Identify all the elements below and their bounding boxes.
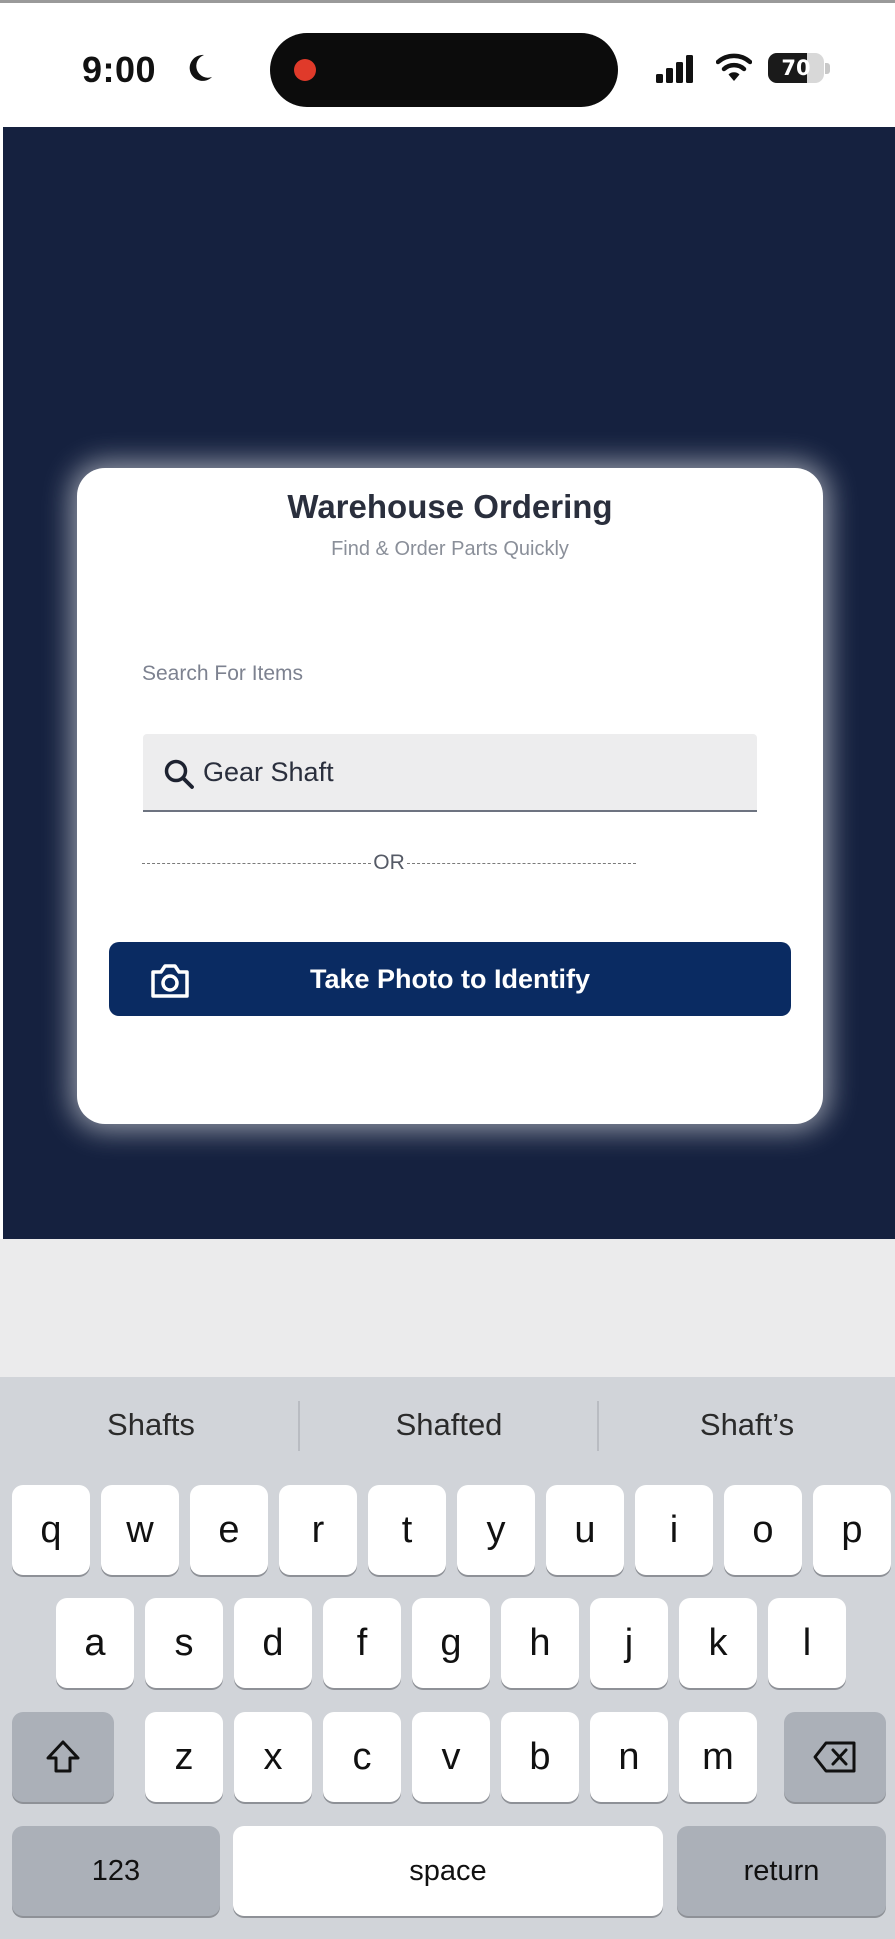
cellular-signal-icon [656, 55, 693, 83]
key-v[interactable]: v [412, 1712, 490, 1802]
key-u[interactable]: u [546, 1485, 624, 1575]
key-l[interactable]: l [768, 1598, 846, 1688]
key-a[interactable]: a [56, 1598, 134, 1688]
key-i[interactable]: i [635, 1485, 713, 1575]
key-o[interactable]: o [724, 1485, 802, 1575]
suggestion-2[interactable]: Shafted [300, 1407, 598, 1443]
battery-icon: 70 [768, 53, 830, 83]
app-bottom-area [0, 1239, 895, 1377]
key-j[interactable]: j [590, 1598, 668, 1688]
delete-icon [813, 1741, 856, 1773]
key-s[interactable]: s [145, 1598, 223, 1688]
key-m[interactable]: m [679, 1712, 757, 1802]
search-icon [164, 759, 194, 789]
recording-indicator-icon [294, 59, 316, 81]
key-x[interactable]: x [234, 1712, 312, 1802]
space-key[interactable]: space [233, 1826, 663, 1916]
shift-icon [46, 1740, 80, 1773]
status-bar: 9:00 70 [0, 0, 895, 127]
key-e[interactable]: e [190, 1485, 268, 1575]
keyboard: Shafts Shafted Shaft’s q w e r t y u i o… [0, 1377, 895, 1939]
page-subtitle: Find & Order Parts Quickly [331, 538, 569, 560]
key-t[interactable]: t [368, 1485, 446, 1575]
take-photo-button[interactable]: Take Photo to Identify [109, 942, 791, 1016]
suggestion-1[interactable]: Shafts [2, 1407, 300, 1443]
dynamic-island [270, 33, 618, 107]
numbers-key[interactable]: 123 [12, 1826, 220, 1916]
key-k[interactable]: k [679, 1598, 757, 1688]
shift-key[interactable] [12, 1712, 114, 1802]
key-f[interactable]: f [323, 1598, 401, 1688]
key-g[interactable]: g [412, 1598, 490, 1688]
divider-line-left [142, 862, 372, 864]
ordering-card: Warehouse Ordering Find & Order Parts Qu… [77, 468, 823, 1124]
search-input[interactable] [203, 734, 743, 810]
status-time: 9:00 [82, 49, 157, 90]
wifi-icon [716, 53, 752, 81]
key-d[interactable]: d [234, 1598, 312, 1688]
moon-icon [189, 54, 212, 81]
key-y[interactable]: y [457, 1485, 535, 1575]
key-w[interactable]: w [101, 1485, 179, 1575]
battery-percentage: 70 [781, 56, 811, 80]
key-p[interactable]: p [813, 1485, 891, 1575]
or-divider: OR [142, 848, 636, 878]
or-label: OR [373, 851, 405, 874]
key-c[interactable]: c [323, 1712, 401, 1802]
battery-body: 70 [768, 53, 824, 83]
page-title: Warehouse Ordering [287, 488, 613, 525]
suggestion-3[interactable]: Shaft’s [598, 1407, 895, 1443]
key-h[interactable]: h [501, 1598, 579, 1688]
take-photo-label: Take Photo to Identify [309, 964, 590, 994]
key-r[interactable]: r [279, 1485, 357, 1575]
divider-line-right [406, 862, 636, 864]
key-b[interactable]: b [501, 1712, 579, 1802]
search-field[interactable] [143, 734, 757, 812]
key-z[interactable]: z [145, 1712, 223, 1802]
key-q[interactable]: q [12, 1485, 90, 1575]
key-n[interactable]: n [590, 1712, 668, 1802]
search-label: Search For Items [142, 662, 304, 685]
delete-key[interactable] [784, 1712, 886, 1802]
battery-cap [825, 63, 830, 74]
return-key[interactable]: return [677, 1826, 886, 1916]
suggestion-bar: Shafts Shafted Shaft’s [0, 1377, 895, 1481]
